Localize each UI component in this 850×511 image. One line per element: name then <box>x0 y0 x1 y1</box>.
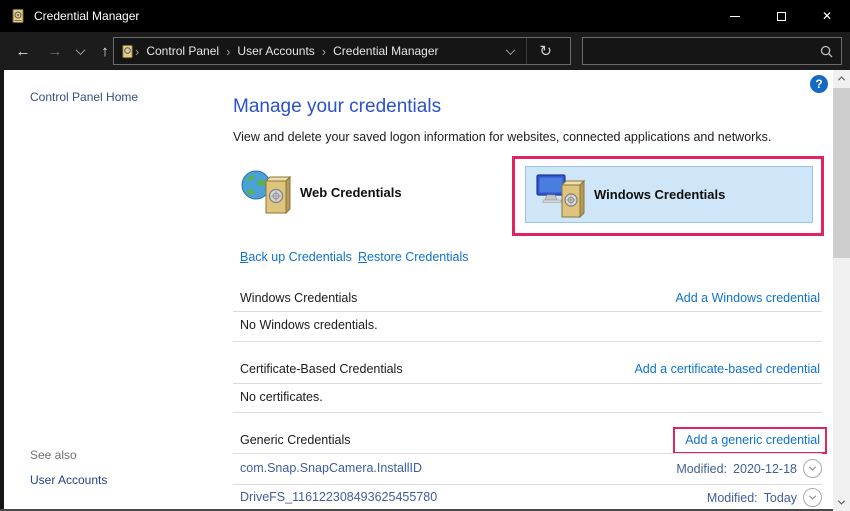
minimize-button[interactable] <box>712 0 758 32</box>
window-controls: ✕ <box>712 0 850 32</box>
back-button[interactable]: ← <box>10 32 36 70</box>
address-bar-right: ↻ <box>495 38 564 64</box>
chevron-down-icon <box>506 45 516 55</box>
windows-credentials-tile[interactable]: Windows Credentials <box>525 166 813 223</box>
chevron-down-icon <box>809 493 816 500</box>
breadcrumb-item-control-panel[interactable]: Control Panel <box>139 44 226 58</box>
divider <box>233 484 822 485</box>
address-bar[interactable]: › Control Panel › User Accounts › Creden… <box>113 37 571 65</box>
divider <box>233 383 822 384</box>
windows-credentials-icon <box>536 172 586 218</box>
breadcrumb-item-credential-manager[interactable]: Credential Manager <box>326 44 445 58</box>
credential-row-meta: Modified: 2020-12-18 <box>676 459 822 478</box>
add-certificate-credential-link[interactable]: Add a certificate-based credential <box>634 362 820 376</box>
divider <box>233 412 822 413</box>
navigation-bar: ← → ↑ › Control Panel › User Accounts › … <box>0 32 850 70</box>
divider <box>233 341 822 342</box>
backup-credentials-link[interactable]: Back up Credentials <box>240 250 352 264</box>
modified-label: Modified: <box>676 462 727 476</box>
expand-credential-button[interactable] <box>803 488 822 507</box>
modified-label: Modified: <box>707 491 758 505</box>
search-icon <box>820 45 833 58</box>
breadcrumb-item-user-accounts[interactable]: User Accounts <box>230 44 321 58</box>
modified-value: 2020-12-18 <box>733 462 797 476</box>
title-bar: Credential Manager ✕ <box>0 0 850 32</box>
sidebar-item-control-panel-home[interactable]: Control Panel Home <box>30 90 138 104</box>
credential-row-meta: Modified: Today <box>707 488 822 507</box>
maximize-icon <box>777 12 786 21</box>
web-credentials-label: Web Credentials <box>300 185 402 200</box>
vertical-scrollbar[interactable] <box>833 70 850 511</box>
forward-button[interactable]: → <box>42 32 68 70</box>
scroll-down-button[interactable] <box>833 494 850 511</box>
expand-credential-button[interactable] <box>803 459 822 478</box>
forward-icon: → <box>48 43 63 60</box>
back-icon: ← <box>16 43 31 60</box>
section-certificate-credentials-label: Certificate-Based Credentials <box>240 362 403 376</box>
page-description: View and delete your saved logon informa… <box>233 130 771 144</box>
recent-locations-button[interactable] <box>70 32 90 70</box>
windows-credentials-label: Windows Credentials <box>594 187 725 202</box>
location-vault-icon <box>120 44 135 59</box>
credential-row-name[interactable]: DriveFS_116122308493625455780 <box>240 490 437 504</box>
address-dropdown-button[interactable] <box>495 42 526 60</box>
no-certificates-text: No certificates. <box>240 390 323 404</box>
credential-manager-window: Credential Manager ✕ ← → ↑ › Control Pan… <box>0 0 850 511</box>
refresh-button[interactable]: ↻ <box>527 42 564 60</box>
window-title: Credential Manager <box>34 9 139 23</box>
help-icon: ? <box>815 77 822 91</box>
chevron-up-icon <box>838 76 845 83</box>
sidebar-see-also-label: See also <box>30 448 77 462</box>
sidebar-item-user-accounts[interactable]: User Accounts <box>30 473 107 487</box>
chevron-down-icon <box>75 45 85 55</box>
modified-value: Today <box>764 491 797 505</box>
web-credentials-tile[interactable]: Web Credentials <box>240 168 402 216</box>
scrollbar-thumb[interactable] <box>833 88 850 258</box>
restore-credentials-link[interactable]: Restore Credentials <box>358 250 468 264</box>
divider <box>233 311 822 312</box>
section-windows-credentials-label: Windows Credentials <box>240 291 357 305</box>
scroll-up-button[interactable] <box>833 70 850 87</box>
up-icon: ↑ <box>101 43 109 60</box>
minimize-icon <box>730 16 740 17</box>
web-credentials-icon <box>240 168 292 216</box>
no-windows-credentials-text: No Windows credentials. <box>240 318 378 332</box>
window-left-edge <box>0 70 4 511</box>
close-button[interactable]: ✕ <box>804 0 850 32</box>
search-box[interactable] <box>582 37 842 65</box>
credential-row-name[interactable]: com.Snap.SnapCamera.InstallID <box>240 461 422 475</box>
search-input[interactable] <box>583 44 820 58</box>
maximize-button[interactable] <box>758 0 804 32</box>
section-generic-credentials-label: Generic Credentials <box>240 433 350 447</box>
chevron-down-icon <box>809 464 816 471</box>
add-generic-credential-link[interactable]: Add a generic credential <box>685 433 820 447</box>
close-icon: ✕ <box>822 9 832 23</box>
add-windows-credential-link[interactable]: Add a Windows credential <box>675 291 820 305</box>
help-button[interactable]: ? <box>810 75 828 93</box>
page-title: Manage your credentials <box>233 96 441 118</box>
divider <box>233 453 822 454</box>
app-vault-icon <box>10 8 26 24</box>
chevron-down-icon <box>838 498 845 505</box>
